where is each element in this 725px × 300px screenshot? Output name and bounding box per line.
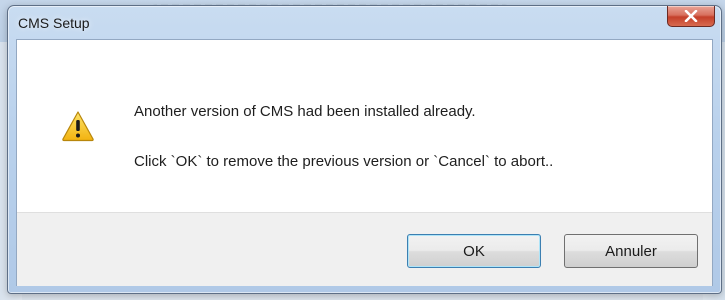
warning-icon bbox=[62, 111, 94, 142]
ok-button[interactable]: OK bbox=[407, 234, 541, 268]
cancel-button[interactable]: Annuler bbox=[564, 234, 698, 268]
window-title: CMS Setup bbox=[18, 15, 90, 31]
setup-dialog: CMS Setup Another version of CMS had bee… bbox=[7, 5, 722, 294]
message-area: Another version of CMS had been installe… bbox=[17, 40, 712, 212]
button-bar: OK Annuler bbox=[17, 212, 712, 286]
close-icon bbox=[684, 10, 698, 22]
title-bar[interactable]: CMS Setup bbox=[8, 6, 721, 39]
message-text-line-1: Another version of CMS had been installe… bbox=[134, 103, 476, 120]
dialog-body: Another version of CMS had been installe… bbox=[16, 39, 713, 286]
message-text-line-2: Click `OK` to remove the previous versio… bbox=[134, 153, 554, 170]
close-button[interactable] bbox=[667, 6, 715, 27]
